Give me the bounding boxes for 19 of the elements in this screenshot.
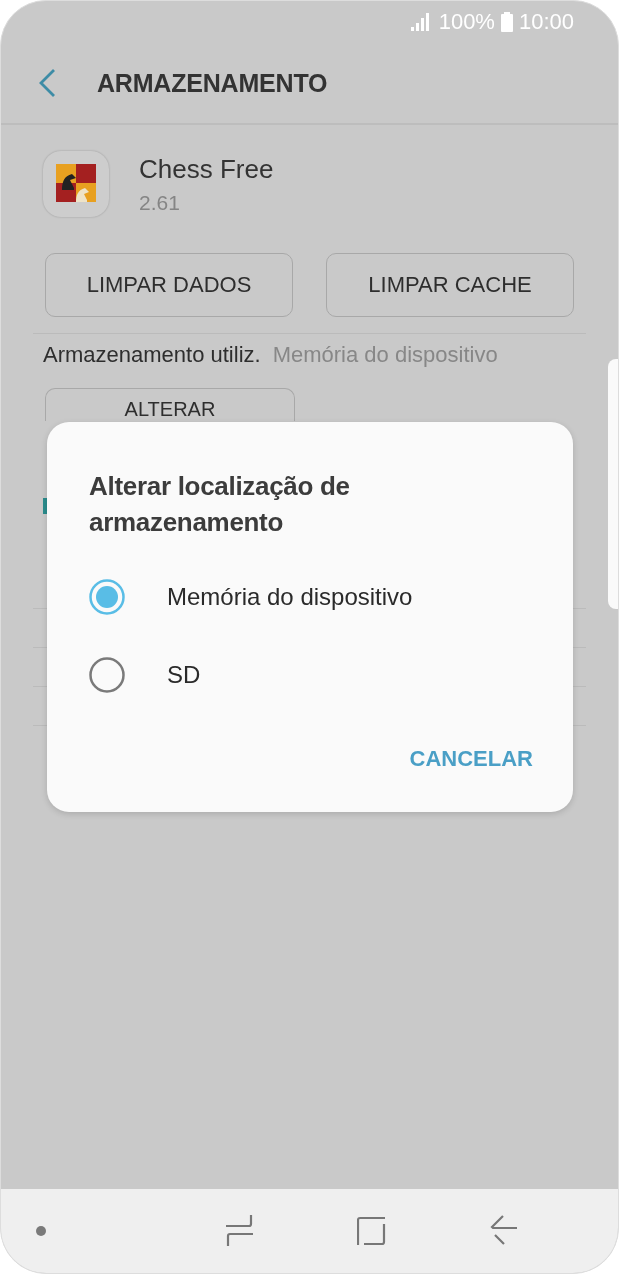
radio-button[interactable] <box>89 579 125 615</box>
action-button[interactable]: LIMPAR DADOS <box>45 253 293 317</box>
app-version: 2.61 <box>139 190 181 215</box>
action-button[interactable]: LIMPAR CACHE <box>326 253 574 317</box>
chess-app-icon <box>43 151 109 217</box>
change-button[interactable]: ALTERAR <box>45 388 295 421</box>
radio-button[interactable] <box>89 657 125 693</box>
storage-option[interactable]: Memória do dispositivo <box>89 558 533 636</box>
recent-apps-icon[interactable] <box>226 1215 254 1247</box>
home-icon[interactable] <box>357 1216 387 1246</box>
dot-icon[interactable] <box>35 1225 47 1237</box>
app-name: Chess Free <box>139 153 274 185</box>
storage-used-value: Memória do dispositivo <box>272 342 498 368</box>
battery-icon <box>500 12 513 32</box>
storage-option[interactable]: SD <box>89 636 533 714</box>
back-icon[interactable] <box>490 1215 518 1247</box>
page-title: ARMAZENAMENTO <box>97 68 328 98</box>
storage-used-label: Armazenamento utiliz. <box>43 342 261 368</box>
dialog-title: Alterar localização de armazenamento <box>89 470 351 539</box>
